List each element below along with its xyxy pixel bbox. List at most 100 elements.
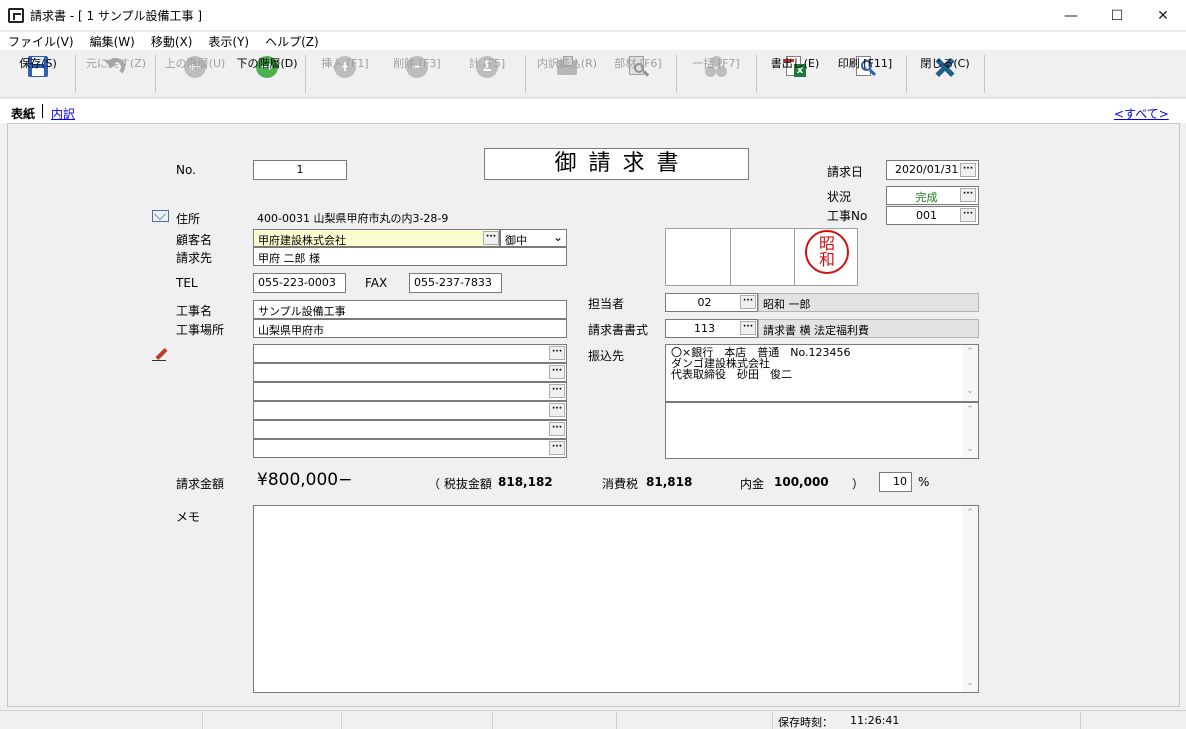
format-picker-button[interactable]: ··· — [740, 321, 756, 335]
tel-field[interactable]: 055-223-0003 — [253, 273, 346, 293]
no-label: No. — [176, 163, 196, 177]
memo-textarea[interactable]: ⌃ ⌄ — [253, 505, 979, 693]
bill-to-label: 請求先 — [176, 251, 213, 265]
save-button[interactable]: 保存(S) — [12, 53, 64, 96]
amount-value: ¥800,000− — [257, 470, 353, 490]
extra-line-5-button[interactable]: ··· — [549, 422, 565, 436]
up-level-button[interactable]: ← 上の階層(U) — [161, 53, 229, 96]
saved-time-value: 11:26:41 — [850, 714, 900, 727]
address-label: 住所 — [176, 212, 201, 226]
toolbar-separator — [75, 55, 76, 93]
site-label: 工事場所 — [176, 323, 225, 337]
minimize-button[interactable]: — — [1048, 0, 1094, 31]
job-no-picker-button[interactable]: ··· — [960, 208, 976, 222]
staff-name-field: 昭和 一郎 — [758, 293, 979, 312]
undo-button[interactable]: 元に戻す(Z) — [82, 53, 150, 96]
deposit-value: 100,000 — [774, 475, 829, 489]
extra-line-3[interactable] — [253, 382, 567, 401]
tax-label: 消費税 — [602, 477, 639, 491]
no-field[interactable]: 1 — [253, 160, 347, 180]
ex-tax-label: （ 税抜金額 — [428, 477, 492, 491]
extra-line-2-button[interactable]: ··· — [549, 365, 565, 379]
date-picker-button[interactable]: ··· — [960, 163, 976, 177]
tabs-row: 表紙 内訳 <すべて> — [0, 99, 1186, 123]
invoice-date-label: 請求日 — [827, 165, 864, 179]
print-button[interactable]: 印刷 [F11] — [832, 53, 898, 96]
extra-line-6[interactable] — [253, 439, 567, 458]
extra-line-6-button[interactable]: ··· — [549, 441, 565, 455]
maximize-button[interactable]: ☐ — [1094, 0, 1140, 31]
tax-rate-field[interactable]: 10 — [879, 472, 912, 492]
material-button[interactable]: 部材 [F6] — [606, 53, 670, 96]
customer-picker-button[interactable]: ··· — [483, 231, 499, 245]
customer-label: 顧客名 — [176, 233, 213, 247]
address-value: 400-0031 山梨県甲府市丸の内3-28-9 — [257, 212, 449, 225]
window-title: 請求書 - [ 1 サンプル設備工事 ] — [30, 9, 203, 23]
ex-tax-value: 818,182 — [498, 475, 553, 489]
extra-line-4[interactable] — [253, 401, 567, 420]
toolbar: 保存(S) 元に戻す(Z) ← 上の階層(U) → 下の階層(D) + 挿入 [… — [0, 51, 1186, 98]
tax-value: 81,818 — [646, 475, 693, 489]
menu-move[interactable]: 移動(X) — [143, 32, 201, 50]
export-button[interactable]: x 書出し(E) — [764, 53, 826, 96]
menu-file[interactable]: ファイル(V) — [0, 32, 82, 50]
insert-button[interactable]: + 挿入 [F1] — [313, 53, 377, 96]
tab-cover[interactable]: 表紙 — [11, 105, 35, 122]
tab-divider — [42, 104, 43, 118]
menu-bar: ファイル(V) 編集(W) 移動(X) 表示(Y) ヘルプ(Z) — [0, 32, 1186, 50]
show-all-link[interactable]: <すべて> — [1114, 105, 1169, 122]
document-heading: 御請求書 — [484, 148, 749, 180]
delete-button[interactable]: − 削除 [F3] — [385, 53, 449, 96]
status-bar: 保存時刻： 11:26:41 — [0, 710, 1186, 729]
extra-line-5[interactable] — [253, 420, 567, 439]
import-detail-button[interactable]: 内訳読込(R) — [530, 53, 604, 96]
chevron-down-icon: ⌄ — [552, 230, 563, 244]
extra-line-4-button[interactable]: ··· — [549, 403, 565, 417]
invoice-form: No. 1 御請求書 請求日 2020/01/31 ··· 状況 完成 ··· … — [7, 123, 1180, 707]
fax-field[interactable]: 055-237-7833 — [409, 273, 502, 293]
extra-line-3-button[interactable]: ··· — [549, 384, 565, 398]
memo-scrollbar[interactable]: ⌃ ⌄ — [962, 506, 978, 692]
toolbar-separator — [984, 55, 985, 93]
total-button[interactable]: Σ 計 [F5] — [458, 53, 516, 96]
status-picker-button[interactable]: ··· — [960, 188, 976, 202]
down-level-button[interactable]: → 下の階層(D) — [233, 53, 301, 96]
amount-label: 請求金額 — [176, 477, 225, 491]
tab-detail[interactable]: 内訳 — [51, 105, 75, 122]
close-button[interactable]: 閉じる(C) — [914, 53, 976, 96]
job-name-field[interactable]: サンプル設備工事 — [253, 300, 567, 319]
honorific-select[interactable]: 御中 ⌄ — [500, 229, 567, 247]
toolbar-separator — [155, 55, 156, 93]
title-bar: 請求書 - [ 1 サンプル設備工事 ] — ☐ ✕ — [0, 0, 1186, 31]
format-label: 請求書書式 — [588, 323, 649, 337]
transfer-textarea[interactable]: 〇×銀行 本店 普通 No.123456 ダンゴ建設株式会社 代表取締役 砂田 … — [665, 344, 979, 402]
transfer-textarea-2[interactable]: ⌃ ⌄ — [665, 402, 979, 459]
batch-button[interactable]: 一括 [F7] — [683, 53, 749, 96]
close-window-button[interactable]: ✕ — [1140, 0, 1186, 31]
transfer-label: 振込先 — [588, 349, 625, 363]
pencil-icon — [152, 347, 168, 362]
job-name-label: 工事名 — [176, 304, 213, 318]
toolbar-separator — [525, 55, 526, 93]
menu-view[interactable]: 表示(Y) — [200, 32, 257, 50]
percent-sign: % — [918, 475, 930, 489]
close-paren: ） — [852, 477, 865, 491]
menu-help[interactable]: ヘルプ(Z) — [257, 32, 327, 50]
staff-picker-button[interactable]: ··· — [740, 295, 756, 309]
bill-to-field[interactable]: 甲府 二郎 様 — [253, 247, 567, 266]
transfer-scrollbar[interactable]: ⌃ ⌄ — [962, 345, 978, 401]
saved-time-label: 保存時刻： — [778, 716, 833, 729]
tel-label: TEL — [176, 276, 198, 290]
toolbar-separator — [906, 55, 907, 93]
staff-label: 担当者 — [588, 297, 625, 311]
menu-edit[interactable]: 編集(W) — [82, 32, 143, 50]
extra-line-1[interactable] — [253, 344, 567, 363]
site-field[interactable]: 山梨県甲府市 — [253, 319, 567, 338]
extra-line-2[interactable] — [253, 363, 567, 382]
transfer-2-scrollbar[interactable]: ⌃ ⌄ — [962, 403, 978, 458]
mail-icon — [152, 208, 169, 222]
extra-line-1-button[interactable]: ··· — [549, 346, 565, 360]
deposit-label: 内金 — [740, 477, 765, 491]
format-name-field: 請求書 横 法定福利費 — [758, 319, 979, 338]
customer-field[interactable]: 甲府建設株式会社 — [253, 229, 500, 247]
